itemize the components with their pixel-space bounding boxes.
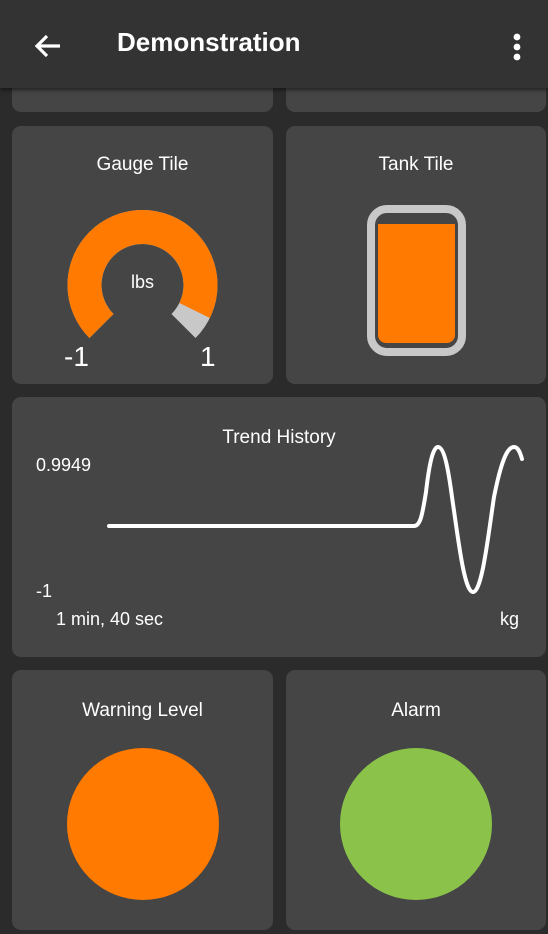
alarm-tile[interactable]: Alarm — [286, 670, 546, 930]
gauge-tile[interactable]: Gauge Tile lbs -1 1 — [12, 126, 273, 384]
page-title: Demonstration — [117, 27, 301, 57]
back-button[interactable] — [26, 24, 70, 68]
overflow-menu-button[interactable] — [502, 26, 532, 70]
gauge-unit: lbs — [130, 272, 154, 292]
gauge-min-label: -1 — [64, 341, 89, 372]
alarm-tile-title: Alarm — [391, 700, 441, 721]
trend-line-chart — [107, 444, 524, 595]
warning-level-tile[interactable]: Warning Level — [12, 670, 273, 930]
tank-fill — [378, 224, 455, 343]
alarm-indicator-light — [340, 748, 492, 900]
more-vert-icon — [513, 33, 521, 61]
tank-tile-title: Tank Tile — [378, 154, 454, 175]
app-screen: Demonstration Gauge Tile lbs -1 1 Tank T… — [0, 0, 548, 934]
arrow-left-icon — [34, 34, 60, 58]
warning-indicator-light — [67, 748, 219, 900]
tank-frame — [367, 205, 466, 356]
trend-series-line — [107, 444, 524, 595]
tank-inner — [378, 218, 455, 343]
trend-history-tile[interactable]: Trend History 0.9949 -1 1 min, 40 sec kg — [12, 397, 546, 657]
warning-tile-title: Warning Level — [82, 700, 203, 721]
gauge-dial — [67, 210, 218, 339]
app-bar: Demonstration — [0, 0, 548, 88]
tank-tile[interactable]: Tank Tile — [286, 126, 546, 384]
gauge-max-label: 1 — [200, 341, 216, 372]
